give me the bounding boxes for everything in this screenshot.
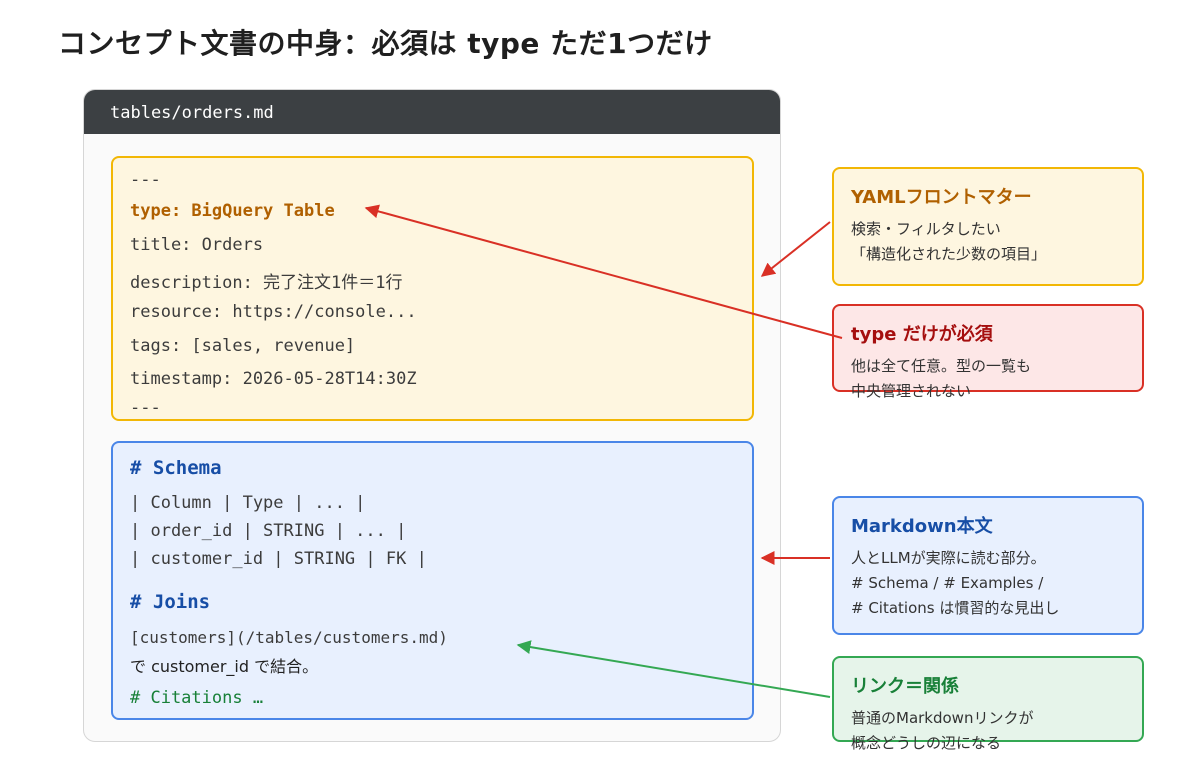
note-title: type だけが必須 (851, 324, 993, 345)
frontmatter-timestamp-line: timestamp: 2026-05-28T14:30Z (130, 369, 417, 389)
note-line: # Schema / # Examples / (851, 574, 1044, 592)
note-line: 普通のMarkdownリンクが (851, 709, 1034, 727)
note-title: リンク＝関係 (851, 676, 959, 697)
markdown-body-block: # Schema | Column | Type | ... | | order… (111, 441, 754, 720)
note-type-required: type だけが必須 他は全て任意。型の一覧も 中央管理されない (832, 304, 1144, 400)
note-yaml-frontmatter: YAMLフロントマター 検索・フィルタしたい 「構造化された少数の項目」 (832, 167, 1144, 286)
frontmatter-resource-line: resource: https://console... (130, 302, 417, 322)
note-line: 「構造化された少数の項目」 (851, 245, 1047, 263)
joins-description: で customer_id で結合。 (130, 657, 319, 676)
frontmatter-type-line: type: BigQuery Table (130, 201, 335, 221)
frontmatter-title-line: title: Orders (130, 235, 264, 255)
schema-row: | customer_id | STRING | FK | (130, 549, 427, 569)
note-line: 人とLLMが実際に読む部分。 (851, 549, 1046, 567)
citations-heading: # Citations … (130, 688, 264, 708)
note-line: # Citations は慣習的な見出し (851, 599, 1060, 617)
note-line: 他は全て任意。型の一覧も (851, 357, 1032, 375)
frontmatter-open-delimiter: --- (130, 170, 161, 190)
joins-link[interactable]: [customers](/tables/customers.md) (130, 628, 448, 647)
frontmatter-description-line: description: 完了注文1件＝1行 (130, 273, 403, 293)
note-markdown-body: Markdown本文 人とLLMが実際に読む部分。 # Schema / # E… (832, 496, 1144, 635)
note-title: YAMLフロントマター (851, 187, 1032, 208)
file-name: tables/orders.md (84, 90, 780, 134)
frontmatter-block: --- type: BigQuery Table title: Orders d… (111, 156, 754, 421)
schema-row: | order_id | STRING | ... | (130, 521, 407, 541)
joins-heading: # Joins (130, 591, 211, 613)
frontmatter-tags-line: tags: [sales, revenue] (130, 336, 356, 356)
frontmatter-close-delimiter: --- (130, 398, 161, 418)
note-title: Markdown本文 (851, 516, 993, 537)
note-line: 中央管理されない (851, 382, 972, 400)
note-line: 概念どうしの辺になる (851, 734, 1002, 752)
note-line: 検索・フィルタしたい (851, 220, 1001, 238)
note-link-relation: リンク＝関係 普通のMarkdownリンクが 概念どうしの辺になる (832, 656, 1144, 752)
schema-row: | Column | Type | ... | (130, 493, 366, 513)
schema-heading: # Schema (130, 457, 222, 479)
page-title: コンセプト文書の中身：必須は type ただ1つだけ (58, 27, 713, 60)
